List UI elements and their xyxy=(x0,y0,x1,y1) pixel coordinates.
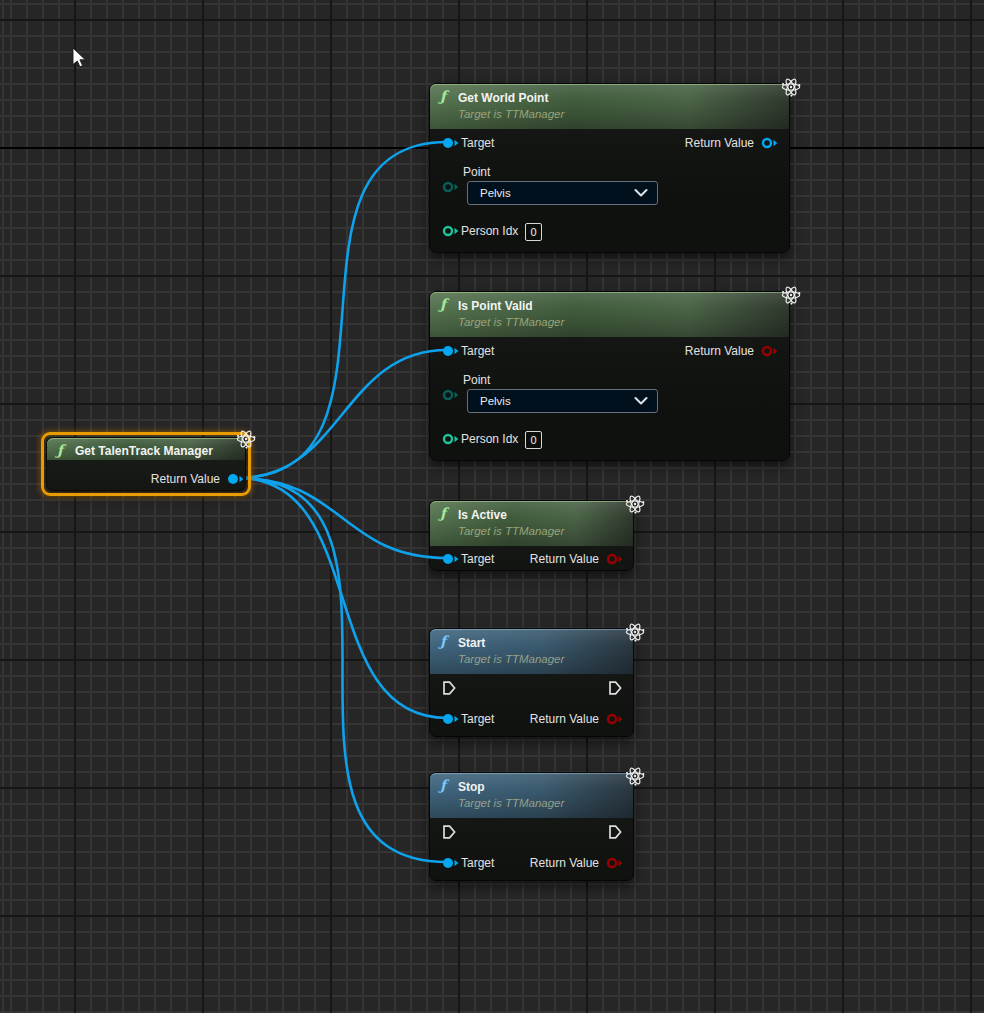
is-active-return-value-pin[interactable] xyxy=(606,553,624,565)
is-point-valid-person-idx-pin[interactable] xyxy=(442,433,460,445)
node-start[interactable]: ƒ Start Target is TTManager Target Return Va… xyxy=(429,628,634,737)
is-point-valid-target-pin[interactable] xyxy=(442,345,460,357)
get-world-point-return-value-pin[interactable] xyxy=(761,137,779,149)
start-target-pin[interactable] xyxy=(442,713,460,725)
get-world-point-point-pin[interactable] xyxy=(442,181,460,193)
wire-connection[interactable] xyxy=(238,142,447,478)
node-subtitle: Target is TTManager xyxy=(458,108,564,120)
start-return-value-pin[interactable] xyxy=(606,713,624,725)
pin-label: Target xyxy=(461,712,494,726)
function-icon: ƒ xyxy=(440,88,446,104)
stop-target-pin[interactable] xyxy=(442,857,460,869)
node-title: Is Active xyxy=(458,508,507,522)
pin-label: Target xyxy=(461,136,494,150)
node-is-active[interactable]: ƒ Is Active Target is TTManager Target Retur… xyxy=(429,500,634,571)
chevron-down-icon xyxy=(634,189,648,198)
node-get-world-point[interactable]: ƒ Get World Point Target is TTManager Targe… xyxy=(429,83,790,253)
node-title: Is Point Valid xyxy=(458,299,533,313)
wire-connection[interactable] xyxy=(238,350,447,478)
pin-label: Target xyxy=(461,856,494,870)
node-get-talentrack-manager[interactable]: ƒ Get TalenTrack Manager Return Value xyxy=(46,437,246,491)
pin-label: Return Value xyxy=(685,344,754,358)
orbit-icon xyxy=(778,74,804,104)
node-subtitle: Target is TTManager xyxy=(458,653,564,665)
node-title: Get World Point xyxy=(458,91,548,105)
orbit-icon xyxy=(622,619,648,649)
node-header: ƒ Is Active Target is TTManager xyxy=(430,501,633,546)
wire-connection[interactable] xyxy=(238,478,447,558)
stop-return-value-pin[interactable] xyxy=(606,857,624,869)
pin-label: Return Value xyxy=(530,552,599,566)
function-icon: ƒ xyxy=(440,633,446,649)
get-talentrack-manager-return-value-pin[interactable] xyxy=(227,473,245,485)
is-active-target-pin[interactable] xyxy=(442,553,460,565)
chevron-down-icon xyxy=(634,397,648,406)
is-point-valid-dropdown[interactable]: Pelvis xyxy=(467,389,658,413)
function-icon: ƒ xyxy=(57,442,63,458)
node-is-point-valid[interactable]: ƒ Is Point Valid Target is TTManager Target… xyxy=(429,291,790,461)
orbit-icon xyxy=(622,763,648,793)
node-subtitle: Target is TTManager xyxy=(458,316,564,328)
pin-label: Target xyxy=(461,344,494,358)
node-stop[interactable]: ƒ Stop Target is TTManager Target Return Val… xyxy=(429,772,634,881)
node-header: ƒ Get World Point Target is TTManager xyxy=(430,84,789,129)
node-subtitle: Target is TTManager xyxy=(458,525,564,537)
start-exec-in-pin[interactable] xyxy=(441,680,457,696)
wire-connection[interactable] xyxy=(238,478,447,862)
orbit-icon xyxy=(622,491,648,521)
get-world-point-dropdown[interactable]: Pelvis xyxy=(467,181,658,205)
pin-label: Target xyxy=(461,552,494,566)
dropdown-value: Pelvis xyxy=(480,395,511,407)
wire-connection[interactable] xyxy=(238,478,447,718)
node-title: Get TalenTrack Manager xyxy=(75,444,213,458)
blueprint-graph-canvas[interactable]: ƒ Get World Point Target is TTManager Targe… xyxy=(0,0,984,1013)
field-label: Point xyxy=(463,165,490,179)
pin-label: Return Value xyxy=(151,472,220,486)
dropdown-value: Pelvis xyxy=(480,187,511,199)
mouse-cursor xyxy=(72,48,92,74)
node-header: ƒ Get TalenTrack Manager xyxy=(47,438,245,460)
orbit-icon xyxy=(778,282,804,312)
node-header: ƒ Is Point Valid Target is TTManager xyxy=(430,292,789,337)
is-point-valid-return-value-pin[interactable] xyxy=(761,345,779,357)
get-world-point-target-pin[interactable] xyxy=(442,137,460,149)
node-title: Start xyxy=(458,636,485,650)
pin-label: Person Idx xyxy=(461,432,518,446)
field-label: Point xyxy=(463,373,490,387)
node-subtitle: Target is TTManager xyxy=(458,797,564,809)
is-point-valid-point-pin[interactable] xyxy=(442,389,460,401)
node-header: ƒ Stop Target is TTManager xyxy=(430,773,633,818)
function-icon: ƒ xyxy=(440,777,446,793)
pin-label: Return Value xyxy=(530,712,599,726)
pin-label: Person Idx xyxy=(461,224,518,238)
pin-label: Return Value xyxy=(530,856,599,870)
node-header: ƒ Start Target is TTManager xyxy=(430,629,633,674)
function-icon: ƒ xyxy=(440,296,446,312)
get-world-point-value-input[interactable]: 0 xyxy=(525,223,542,241)
is-point-valid-value-input[interactable]: 0 xyxy=(525,431,542,449)
get-world-point-person-idx-pin[interactable] xyxy=(442,225,460,237)
stop-exec-in-pin[interactable] xyxy=(441,824,457,840)
pin-label: Return Value xyxy=(685,136,754,150)
stop-exec-out-pin[interactable] xyxy=(607,824,623,840)
node-title: Stop xyxy=(458,780,485,794)
function-icon: ƒ xyxy=(440,505,446,521)
start-exec-out-pin[interactable] xyxy=(607,680,623,696)
orbit-icon xyxy=(233,426,259,456)
